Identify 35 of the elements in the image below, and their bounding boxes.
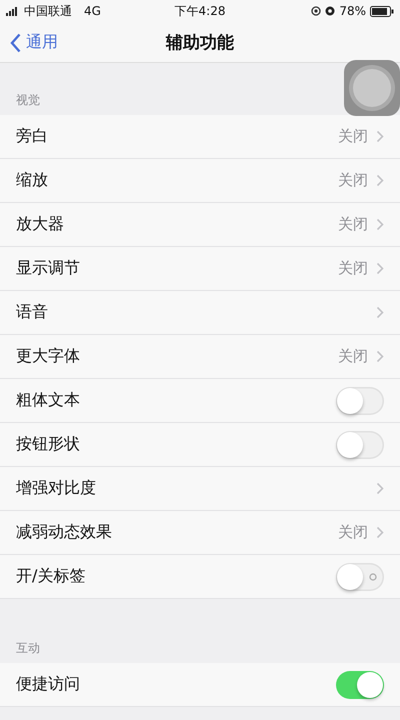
toggle-switch[interactable]	[336, 430, 384, 458]
chevron-icon	[376, 482, 384, 495]
network-text: 4G	[84, 4, 101, 18]
settings-row[interactable]: 缩放 关闭	[0, 159, 400, 203]
section-header: 互动	[16, 640, 40, 657]
settings-row[interactable]: 按钮形状	[0, 423, 400, 467]
settings-row[interactable]: 增强对比度	[0, 467, 400, 511]
settings-row[interactable]: 减弱动态效果 关闭	[0, 511, 400, 555]
settings-row[interactable]: 更大字体 关闭	[0, 335, 400, 379]
chevron-icon	[376, 526, 384, 539]
settings-row[interactable]: 便捷访问	[0, 663, 400, 707]
back-chevron-icon	[10, 32, 21, 52]
chevron-icon	[376, 130, 384, 143]
settings-row[interactable]: 放大器 关闭	[0, 203, 400, 247]
floating-touch-button[interactable]	[344, 60, 400, 116]
toggle-switch[interactable]	[336, 562, 384, 590]
chevron-icon	[376, 262, 384, 275]
toggle-switch[interactable]	[336, 386, 384, 414]
carrier-text: 中国联通	[24, 2, 72, 20]
time-text: 下午4:28	[174, 2, 226, 20]
settings-row[interactable]: 语音	[0, 291, 400, 335]
page-title: 辅助功能	[166, 32, 234, 54]
signal-icon	[6, 6, 20, 16]
battery-text: 78%	[339, 4, 366, 18]
chevron-icon	[376, 306, 384, 319]
toggle-switch[interactable]	[336, 670, 384, 698]
settings-row[interactable]: 显示调节 关闭	[0, 247, 400, 291]
settings-row[interactable]: 粗体文本	[0, 379, 400, 423]
chevron-icon	[376, 350, 384, 363]
battery-icon	[370, 6, 394, 16]
chevron-icon	[376, 218, 384, 231]
settings-row[interactable]: 开/关标签	[0, 555, 400, 599]
chevron-icon	[376, 174, 384, 187]
section-header: 视觉	[16, 92, 40, 109]
back-button[interactable]: 通用	[8, 30, 60, 55]
